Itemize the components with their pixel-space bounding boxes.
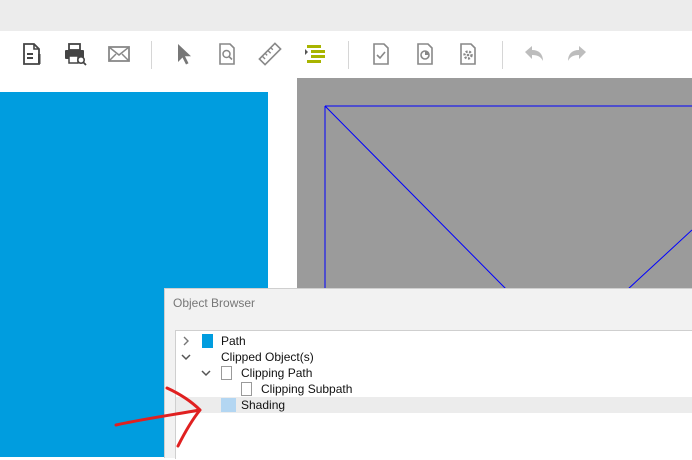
chevron-down-icon[interactable]	[180, 350, 192, 364]
toolbar-separator	[502, 41, 503, 69]
path-swatch-icon	[202, 334, 213, 348]
clipping-subpath-swatch-icon	[241, 382, 252, 396]
email-icon[interactable]	[104, 39, 134, 69]
tree-item-label: Path	[221, 334, 246, 348]
tree-item-clipping-path[interactable]: Clipping Path	[176, 365, 692, 381]
object-browser-icon[interactable]	[300, 39, 330, 69]
red-annotation-arrow	[114, 386, 202, 448]
select-tool-icon[interactable]	[169, 39, 199, 69]
tree-item-label: Clipping Path	[241, 366, 313, 380]
tree-item-label: Clipping Subpath	[261, 382, 353, 396]
main-toolbar	[0, 31, 692, 79]
object-browser-title: Object Browser	[173, 296, 256, 310]
document-color-icon[interactable]	[410, 39, 440, 69]
tree-item-path[interactable]: Path	[176, 333, 692, 349]
undo-icon[interactable]	[519, 39, 549, 69]
ruler-icon[interactable]	[255, 39, 285, 69]
document-check-icon[interactable]	[366, 39, 396, 69]
tree-item-shading[interactable]: Shading	[176, 397, 692, 413]
document-settings-icon[interactable]	[453, 39, 483, 69]
redo-icon[interactable]	[562, 39, 592, 69]
toolbar-separator	[348, 41, 349, 69]
zoom-page-icon[interactable]	[212, 39, 242, 69]
print-preview-icon[interactable]	[60, 39, 90, 69]
object-tree: Path Clipped Object(s) Clipping Path Cli…	[175, 330, 692, 459]
tree-item-clipping-subpath[interactable]: Clipping Subpath	[176, 381, 692, 397]
object-browser-panel: Object Browser Path Clipped Object(s) Cl…	[164, 288, 692, 459]
chevron-right-icon[interactable]	[180, 334, 192, 348]
shading-swatch-icon	[221, 398, 236, 412]
chevron-down-icon[interactable]	[200, 366, 212, 380]
window-title-bar	[0, 0, 692, 31]
document-properties-icon[interactable]	[17, 39, 47, 69]
tree-item-label: Clipped Object(s)	[221, 350, 314, 364]
tree-item-label: Shading	[241, 398, 286, 412]
toolbar-separator	[151, 41, 152, 69]
tree-item-clipped-objects[interactable]: Clipped Object(s)	[176, 349, 692, 365]
clipping-path-swatch-icon	[221, 366, 232, 380]
